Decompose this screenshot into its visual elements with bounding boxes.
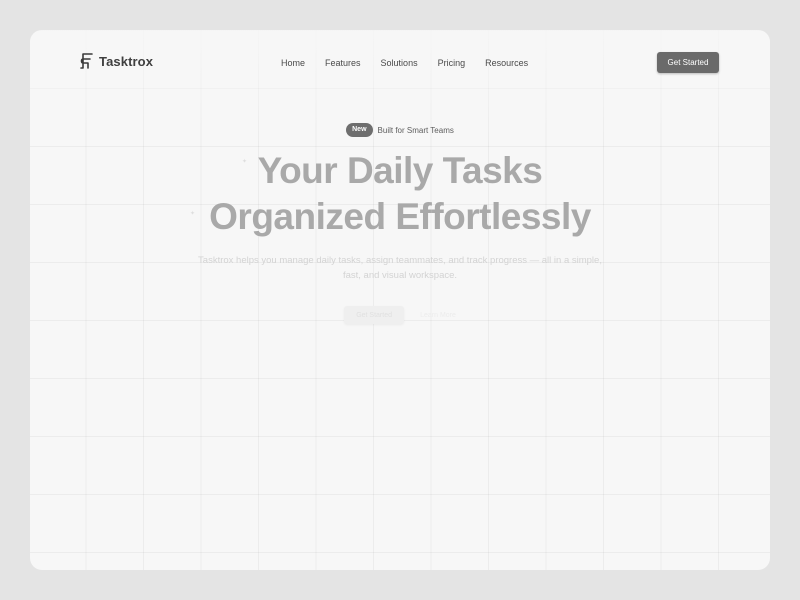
nav-item-features[interactable]: Features [325, 58, 361, 68]
main-nav: Home Features Solutions Pricing Resource… [281, 58, 548, 68]
hero-get-started-button[interactable]: Get Started [344, 306, 405, 324]
hero-headline: Your Daily Tasks Organized Effortlessly [30, 148, 770, 240]
tasktrox-logo-icon [80, 53, 93, 69]
announcement-row: New Built for Smart Teams [30, 123, 770, 137]
nav-item-resources[interactable]: Resources [485, 58, 528, 68]
nav-item-pricing[interactable]: Pricing [438, 58, 466, 68]
announcement-text: Built for Smart Teams [377, 125, 454, 135]
get-started-button[interactable]: Get Started [657, 52, 719, 73]
brand-name: Tasktrox [99, 53, 154, 69]
hero-actions: Get Started Learn More [30, 306, 770, 324]
headline-line-1: Your Daily Tasks [257, 150, 543, 191]
site-header: Tasktrox Home Features Solutions Pricing… [30, 30, 770, 92]
hero-subtitle: Tasktrox helps you manage daily tasks, a… [198, 255, 602, 281]
page-frame: Tasktrox Home Features Solutions Pricing… [30, 30, 770, 570]
brand-logo[interactable]: Tasktrox [80, 52, 153, 70]
headline-line-2: Organized Effortlessly [209, 196, 591, 237]
nav-item-solutions[interactable]: Solutions [381, 58, 418, 68]
new-badge: New [346, 123, 373, 137]
nav-item-home[interactable]: Home [281, 58, 305, 68]
hero-learn-more-link[interactable]: Learn More [420, 306, 456, 324]
